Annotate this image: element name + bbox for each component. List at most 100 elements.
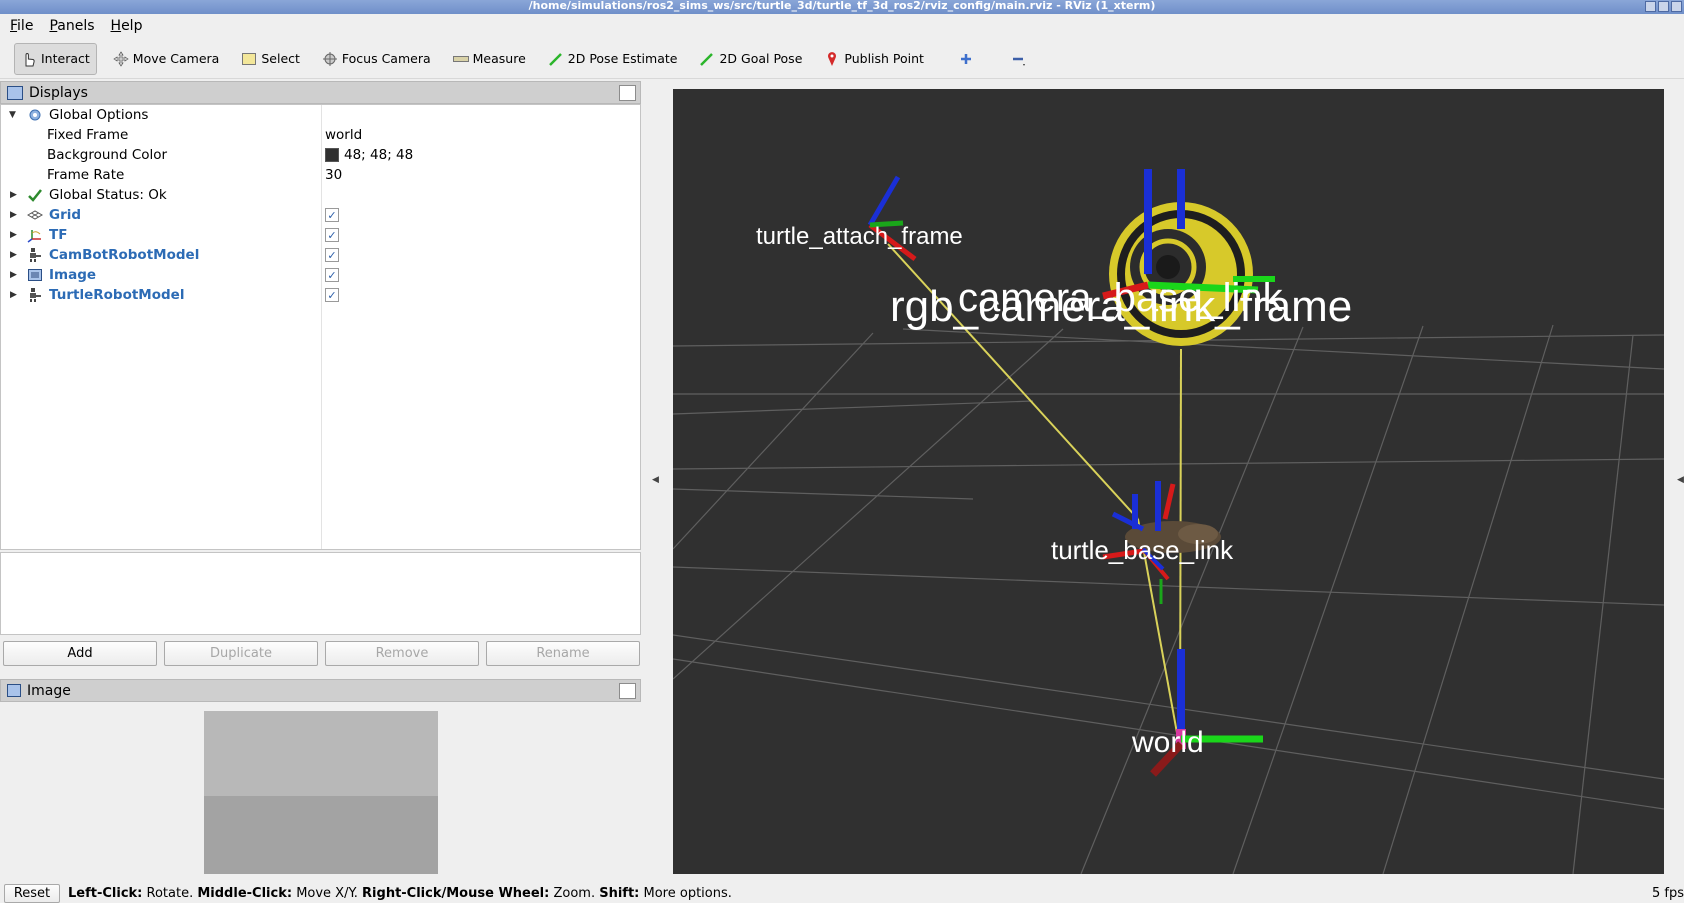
grid-icon xyxy=(27,207,43,223)
display-label-cambot-robot-model: CamBotRobotModel xyxy=(49,247,200,263)
frame-label-world: world xyxy=(1131,726,1204,759)
window-title: /home/simulations/ros2_sims_ws/src/turtl… xyxy=(528,0,1156,12)
tool-focus-camera[interactable]: Focus Camera xyxy=(316,43,437,75)
image-icon xyxy=(27,267,43,283)
window-titlebar: /home/simulations/ros2_sims_ws/src/turtl… xyxy=(0,0,1684,14)
displays-button-row: Add Duplicate Remove Rename xyxy=(3,641,640,667)
menu-bar: File Panels Help xyxy=(0,14,1684,38)
tool-select[interactable]: Select xyxy=(235,43,306,75)
global-options-label: Global Options xyxy=(49,107,149,123)
display-checkbox-turtle-robot-model[interactable]: ✓ xyxy=(325,288,339,302)
image-panel xyxy=(0,702,641,882)
tree-row-global-options[interactable]: ▼ Global Options xyxy=(1,105,641,125)
display-checkbox-cambot-robot-model[interactable]: ✓ xyxy=(325,248,339,262)
reset-button[interactable]: Reset xyxy=(4,884,60,903)
background-color-label: Background Color xyxy=(47,147,168,163)
tree-row-cambot-robot-model[interactable]: ▶ CamBotRobotModel ✓ xyxy=(1,245,641,265)
plus-icon xyxy=(958,51,974,67)
frame-rate-value[interactable]: 30 xyxy=(325,167,342,183)
menu-file[interactable]: File xyxy=(10,18,33,34)
tree-row-fixed-frame[interactable]: Fixed Frame world xyxy=(1,125,641,145)
left-splitter-arrow-icon[interactable]: ◀ xyxy=(652,475,659,485)
collapsed-arrow-icon[interactable]: ▶ xyxy=(10,230,20,240)
menu-help[interactable]: Help xyxy=(111,18,143,34)
render-viewport[interactable]: turtle_attach_frame camera_base_link rgb… xyxy=(673,89,1664,874)
rename-display-button[interactable]: Rename xyxy=(486,641,640,666)
tool-2d-pose-estimate[interactable]: 2D Pose Estimate xyxy=(542,43,684,75)
collapsed-arrow-icon[interactable]: ▶ xyxy=(10,290,20,300)
image-icon xyxy=(7,684,21,697)
tool-move-camera[interactable]: Move Camera xyxy=(107,43,226,75)
tree-row-global-status[interactable]: ▶ Global Status: Ok xyxy=(1,185,641,205)
tool-interact[interactable]: Interact xyxy=(14,42,97,75)
ruler-icon xyxy=(452,51,469,67)
frame-label-turtle-attach: turtle_attach_frame xyxy=(756,223,963,250)
hand-cursor-icon xyxy=(21,51,37,67)
mouse-hint-text: Left-Click: Rotate. Middle-Click: Move X… xyxy=(68,886,732,901)
panel-float-button[interactable] xyxy=(619,683,636,699)
display-checkbox-grid[interactable]: ✓ xyxy=(325,208,339,222)
tree-row-turtle-robot-model[interactable]: ▶ TurtleRobotModel ✓ xyxy=(1,285,641,305)
focus-camera-icon xyxy=(322,51,338,67)
frame-rate-label: Frame Rate xyxy=(47,167,125,183)
scene-canvas: turtle_attach_frame camera_base_link rgb… xyxy=(673,169,1664,874)
status-bar: Reset Left-Click: Rotate. Middle-Click: … xyxy=(0,884,1684,903)
tool-2d-goal-pose[interactable]: 2D Goal Pose xyxy=(693,43,808,75)
robot-model-icon xyxy=(27,247,43,263)
display-label-tf: TF xyxy=(49,227,68,243)
camera-image-preview xyxy=(204,711,438,874)
tool-measure[interactable]: Measure xyxy=(447,43,532,75)
tree-row-frame-rate[interactable]: Frame Rate 30 xyxy=(1,165,641,185)
close-icon[interactable] xyxy=(1671,1,1682,12)
right-splitter-arrow-icon[interactable]: ◀ xyxy=(1677,475,1684,485)
displays-panel-title: Displays xyxy=(29,84,88,101)
window-controls xyxy=(1645,1,1682,12)
display-label-grid: Grid xyxy=(49,207,82,223)
minimize-icon[interactable] xyxy=(1645,1,1656,12)
maximize-icon[interactable] xyxy=(1658,1,1669,12)
tf-axes-icon xyxy=(27,227,43,243)
panel-float-button[interactable] xyxy=(619,85,636,101)
green-arrow-icon xyxy=(699,51,715,67)
tree-row-background-color[interactable]: Background Color 48; 48; 48 xyxy=(1,145,641,165)
displays-panel-header: Displays xyxy=(0,81,641,104)
tool-publish-point[interactable]: Publish Point xyxy=(818,43,930,75)
display-label-turtle-robot-model: TurtleRobotModel xyxy=(49,287,185,303)
image-panel-header: Image xyxy=(0,679,641,702)
remove-display-button[interactable]: Remove xyxy=(325,641,479,666)
tool-bar: Interact Move Camera Select Focus Camera… xyxy=(0,39,1684,79)
image-panel-title: Image xyxy=(27,682,71,699)
display-checkbox-tf[interactable]: ✓ xyxy=(325,228,339,242)
menu-panels[interactable]: Panels xyxy=(49,18,94,34)
background-color-value[interactable]: 48; 48; 48 xyxy=(325,147,413,163)
collapsed-arrow-icon[interactable]: ▶ xyxy=(10,190,20,200)
monitor-icon xyxy=(7,85,23,100)
color-swatch xyxy=(325,148,339,162)
move-camera-icon xyxy=(113,50,129,67)
displays-tree: ▼ Global Options Fixed Frame world Backg… xyxy=(0,104,641,550)
green-arrow-icon xyxy=(548,51,564,67)
collapsed-arrow-icon[interactable]: ▶ xyxy=(10,210,20,220)
gear-icon xyxy=(27,107,43,123)
collapsed-arrow-icon[interactable]: ▶ xyxy=(10,270,20,280)
fixed-frame-value[interactable]: world xyxy=(325,127,362,143)
display-label-image: Image xyxy=(49,267,97,283)
tool-add-button[interactable] xyxy=(952,43,984,75)
tree-row-grid[interactable]: ▶ Grid ✓ xyxy=(1,205,641,225)
minus-icon xyxy=(1010,51,1026,67)
collapsed-arrow-icon[interactable]: ▶ xyxy=(10,250,20,260)
tool-remove-button[interactable] xyxy=(1004,43,1036,75)
expand-arrow-icon[interactable]: ▼ xyxy=(9,110,19,120)
duplicate-display-button[interactable]: Duplicate xyxy=(164,641,318,666)
tree-row-tf[interactable]: ▶ TF ✓ xyxy=(1,225,641,245)
frame-label-turtle-cluster: turtle_base_link xyxy=(1051,535,1234,565)
global-status-label: Global Status: Ok xyxy=(49,187,167,203)
checkmark-icon xyxy=(27,187,43,203)
robot-model-icon xyxy=(27,287,43,303)
select-box-icon xyxy=(241,51,257,67)
tree-row-image[interactable]: ▶ Image ✓ xyxy=(1,265,641,285)
fps-counter: 5 fps xyxy=(1651,886,1684,901)
add-display-button[interactable]: Add xyxy=(3,641,157,666)
display-checkbox-image[interactable]: ✓ xyxy=(325,268,339,282)
camera-image-upper-region xyxy=(204,711,438,796)
